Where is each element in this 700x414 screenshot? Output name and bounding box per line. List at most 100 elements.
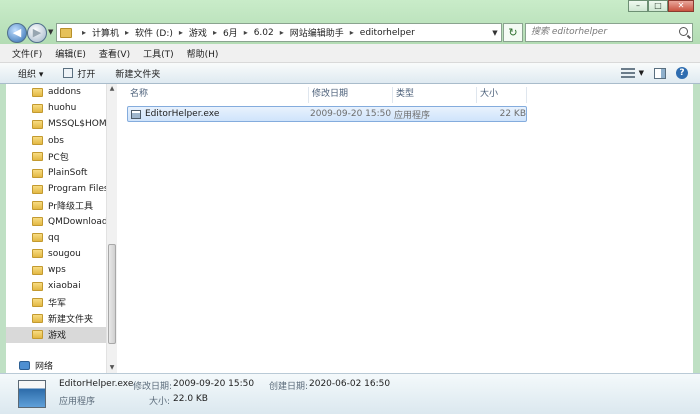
tree-item-pc-package[interactable]: PC包 <box>6 149 106 165</box>
command-bar: 组织 ▾ 打开 新建文件夹 ▼ ? <box>0 63 700 84</box>
maximize-button[interactable]: □ <box>648 0 668 12</box>
details-pane: EditorHelper.exe 修改日期: 2009-09-20 15:50 … <box>0 373 700 414</box>
breadcrumb-editorhelper[interactable]: editorhelper <box>360 28 415 38</box>
breadcrumb-6-02[interactable]: 6.02 ▸ <box>254 28 290 38</box>
folder-icon <box>32 103 43 113</box>
recent-pages-dropdown[interactable]: ▼ <box>48 28 53 36</box>
open-label: 打开 <box>77 69 96 80</box>
tree-item-qmdownload[interactable]: QMDownload <box>6 214 106 230</box>
tree-item-plainsoft[interactable]: PlainSoft <box>6 165 106 181</box>
search-input[interactable]: 搜索 editorhelper <box>525 23 693 42</box>
open-icon <box>63 68 74 78</box>
new-folder-button[interactable]: 新建文件夹 <box>115 67 160 80</box>
menu-file[interactable]: 文件(F) <box>12 47 42 60</box>
refresh-button[interactable]: ↻ <box>503 23 523 42</box>
folder-tree: addons huohu MSSQL$HOM obs PC包 PlainSoft… <box>6 84 106 343</box>
details-created-value: 2020-06-02 16:50 <box>309 379 391 389</box>
search-placeholder: 搜索 editorhelper <box>531 27 608 37</box>
tree-item-addons[interactable]: addons <box>6 84 106 100</box>
help-icon[interactable]: ? <box>676 67 688 79</box>
details-file-name: EditorHelper.exe <box>59 379 134 389</box>
tree-item-xiaobai[interactable]: xiaobai <box>6 278 106 294</box>
folder-icon <box>32 298 43 308</box>
breadcrumb-drive-d[interactable]: 软件 (D:) ▸ <box>135 26 189 39</box>
folder-icon <box>32 200 43 210</box>
breadcrumb-june[interactable]: 6月 ▸ <box>223 26 254 39</box>
folder-icon <box>32 168 43 178</box>
explorer-window: – □ ✕ ◀ ▶ ▼ ▸ 计算机 ▸ 软件 (D:) ▸ 游戏 ▸ 6月 ▸ 6.02… <box>0 0 700 414</box>
organize-button[interactable]: 组织 ▾ <box>18 67 43 80</box>
folder-icon <box>32 119 43 129</box>
file-row-editorhelper[interactable]: EditorHelper.exe 2009-09-20 15:50 应用程序 2… <box>127 106 527 122</box>
scrollbar-thumb[interactable] <box>108 244 116 344</box>
forward-button[interactable]: ▶ <box>27 23 47 43</box>
application-icon <box>18 380 46 408</box>
details-type: 应用程序 <box>59 397 96 407</box>
folder-icon <box>32 314 43 324</box>
window-controls: – □ ✕ <box>628 0 694 12</box>
tree-item-obs[interactable]: obs <box>6 133 106 149</box>
folder-icon <box>32 265 43 275</box>
network-icon <box>19 361 30 370</box>
details-created-label: 创建日期: <box>269 382 309 392</box>
tree-item-games[interactable]: 游戏 <box>6 326 106 343</box>
column-headers: 名称 修改日期 类型 大小 <box>127 87 527 103</box>
folder-icon <box>32 281 43 291</box>
arrow-left-icon: ◀ <box>12 26 22 39</box>
minimize-button[interactable]: – <box>628 0 648 12</box>
details-modified-label: 修改日期: <box>133 382 173 392</box>
tree-item-mssql[interactable]: MSSQL$HOM <box>6 116 106 132</box>
column-header-size[interactable]: 大小 <box>477 87 527 103</box>
details-size-value: 22.0 KB <box>173 394 208 404</box>
menu-view[interactable]: 查看(V) <box>99 47 130 60</box>
tree-item-huohu[interactable]: huohu <box>6 100 106 116</box>
column-header-name[interactable]: 名称 <box>127 87 309 103</box>
breadcrumb-site-editor[interactable]: 网站编辑助手 ▸ <box>290 26 360 39</box>
tree-item-new-folder[interactable]: 新建文件夹 <box>6 311 106 327</box>
preview-pane-icon[interactable] <box>654 67 666 79</box>
folder-icon <box>32 330 43 340</box>
tree-item-program-files[interactable]: Program Files <box>6 181 106 197</box>
folder-icon <box>32 249 43 259</box>
folder-icon <box>32 152 43 162</box>
title-bar: – □ ✕ ◀ ▶ ▼ ▸ 计算机 ▸ 软件 (D:) ▸ 游戏 ▸ 6月 ▸ 6.02… <box>0 0 700 44</box>
file-size: 22 KB <box>499 109 526 119</box>
search-icon[interactable] <box>679 27 688 36</box>
menu-help[interactable]: 帮助(H) <box>187 47 219 60</box>
file-name: EditorHelper.exe <box>145 109 220 119</box>
address-bar[interactable]: ▸ 计算机 ▸ 软件 (D:) ▸ 游戏 ▸ 6月 ▸ 6.02 ▸ 网站编辑助手 ▸ ed… <box>56 23 502 42</box>
column-header-type[interactable]: 类型 <box>393 87 477 103</box>
folder-icon <box>32 233 43 243</box>
view-controls: ▼ ? <box>620 67 688 79</box>
scroll-down-icon[interactable]: ▼ <box>107 363 117 373</box>
chevron-down-icon[interactable]: ▼ <box>489 29 501 37</box>
application-icon <box>131 109 141 119</box>
close-button[interactable]: ✕ <box>668 0 694 12</box>
tree-item-huajun[interactable]: 华军 <box>6 294 106 310</box>
breadcrumb-games[interactable]: 游戏 ▸ <box>189 26 223 39</box>
refresh-icon: ↻ <box>508 26 518 39</box>
breadcrumb-root-arrow[interactable]: ▸ <box>76 28 92 37</box>
tree-item-pr-downgrade[interactable]: Pr降级工具 <box>6 197 106 213</box>
navigation-pane: addons huohu MSSQL$HOM obs PC包 PlainSoft… <box>6 84 117 373</box>
menu-tools[interactable]: 工具(T) <box>143 47 174 60</box>
folder-icon <box>32 136 43 146</box>
tree-item-sougou[interactable]: sougou <box>6 246 106 262</box>
file-type: 应用程序 <box>394 110 431 121</box>
view-details-icon[interactable] <box>620 68 635 78</box>
tree-item-network[interactable]: 网络 <box>19 359 53 372</box>
details-size-label: 大小: <box>149 397 171 407</box>
tree-item-qq[interactable]: qq <box>6 230 106 246</box>
folder-icon <box>60 27 72 38</box>
sidebar-scrollbar[interactable]: ▲ ▼ <box>106 84 117 373</box>
view-dropdown-icon[interactable]: ▼ <box>639 69 644 77</box>
menu-edit[interactable]: 编辑(E) <box>55 47 86 60</box>
menu-bar: 文件(F) 编辑(E) 查看(V) 工具(T) 帮助(H) <box>0 44 700 63</box>
scroll-up-icon[interactable]: ▲ <box>107 84 117 94</box>
folder-icon <box>32 184 43 194</box>
column-header-date[interactable]: 修改日期 <box>309 87 393 103</box>
breadcrumb-computer[interactable]: 计算机 ▸ <box>92 26 135 39</box>
tree-item-wps[interactable]: wps <box>6 262 106 278</box>
back-button[interactable]: ◀ <box>7 23 27 43</box>
open-button[interactable]: 打开 <box>63 67 95 80</box>
